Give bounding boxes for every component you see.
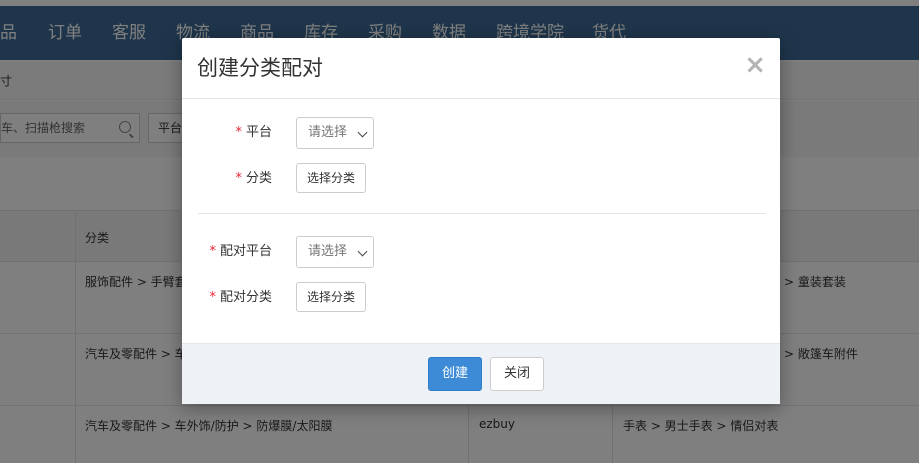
close-button[interactable]: 关闭 xyxy=(490,357,544,391)
form-divider xyxy=(198,213,766,214)
platform-label-text: 平台 xyxy=(245,125,272,140)
chevron-down-icon xyxy=(357,127,368,138)
match-category-label: * 配对分类 xyxy=(209,282,272,314)
dialog-footer: 创建 关闭 xyxy=(182,343,780,404)
category-label: * 分类 xyxy=(235,163,272,195)
required-mark: * xyxy=(235,125,242,140)
category-row: * 分类 选择分类 xyxy=(182,163,780,195)
match-platform-label-text: 配对平台 xyxy=(219,244,272,259)
category-label-text: 分类 xyxy=(245,171,272,186)
choose-match-category-button[interactable]: 选择分类 xyxy=(296,282,366,312)
match-platform-row: * 配对平台 请选择 xyxy=(182,236,780,268)
platform-select-placeholder: 请选择 xyxy=(308,125,348,140)
dialog-header: 创建分类配对 × xyxy=(182,38,780,99)
close-icon[interactable]: × xyxy=(744,52,766,78)
required-mark: * xyxy=(209,244,216,259)
choose-category-button[interactable]: 选择分类 xyxy=(296,163,366,193)
required-mark: * xyxy=(209,290,216,305)
match-category-label-text: 配对分类 xyxy=(219,290,272,305)
platform-label: * 平台 xyxy=(235,117,272,149)
chevron-down-icon xyxy=(357,246,368,257)
match-platform-select[interactable]: 请选择 xyxy=(296,236,374,268)
create-category-pair-dialog: 创建分类配对 × * 平台 请选择 * 分类 选择分类 * 配对平台 请选择 * 配对分… xyxy=(182,38,780,404)
match-platform-select-placeholder: 请选择 xyxy=(308,244,348,259)
dialog-title: 创建分类配对 xyxy=(197,56,323,80)
required-mark: * xyxy=(235,171,242,186)
platform-select[interactable]: 请选择 xyxy=(296,117,374,149)
create-button[interactable]: 创建 xyxy=(428,357,482,391)
match-platform-label: * 配对平台 xyxy=(209,236,272,268)
platform-row: * 平台 请选择 xyxy=(182,117,780,149)
match-category-row: * 配对分类 选择分类 xyxy=(182,282,780,314)
